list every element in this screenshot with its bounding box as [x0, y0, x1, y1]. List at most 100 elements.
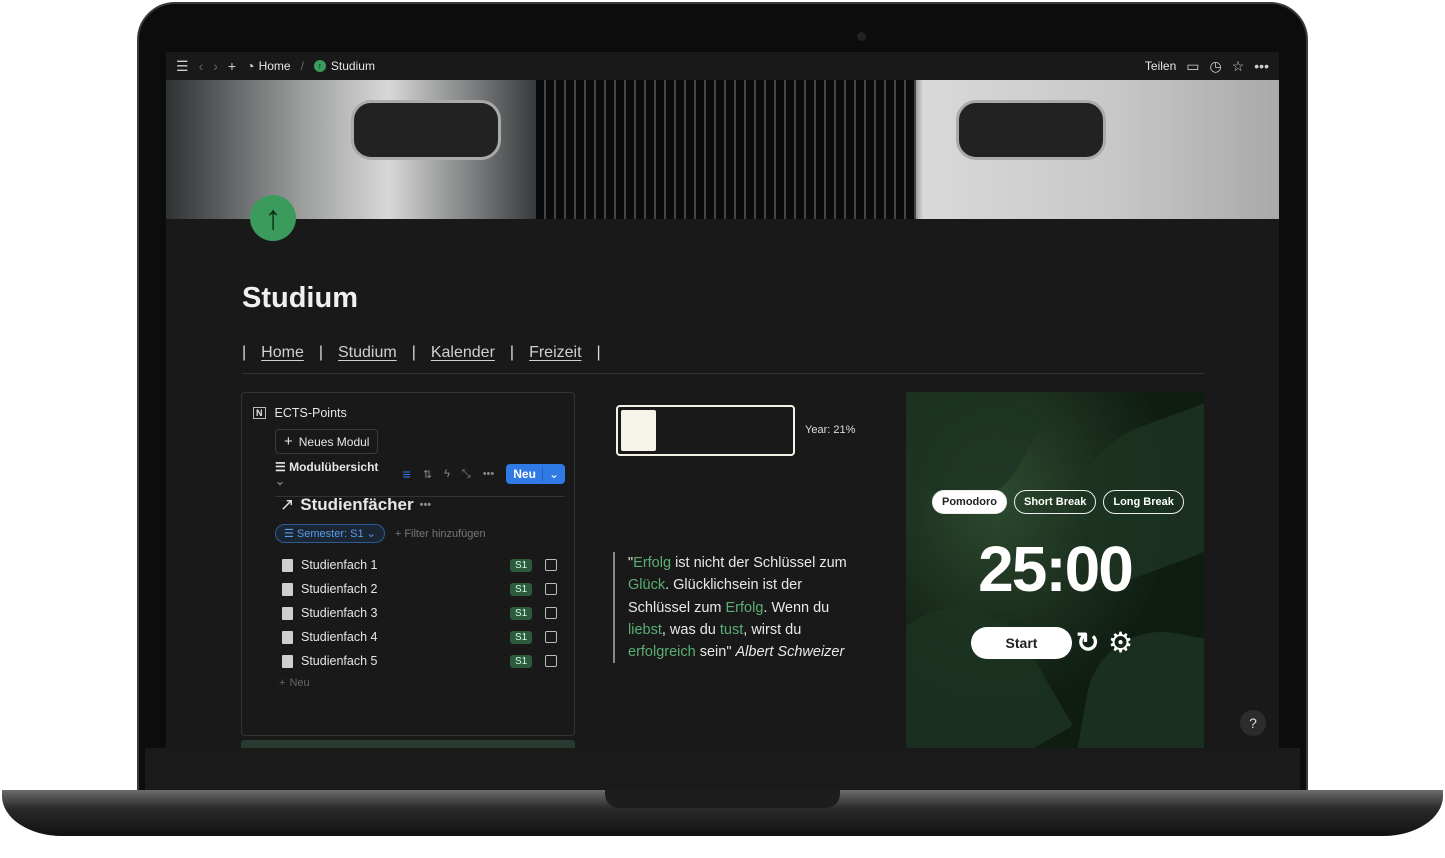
new-label: Neu: [513, 467, 536, 481]
page-icon: [282, 558, 293, 572]
done-checkbox[interactable]: [545, 583, 557, 595]
notion-window: ☰ ‹ › + ◔ Home / ↑ Studium Teilen ▭ ◷ ☆ …: [166, 52, 1279, 748]
laptop-chin: [145, 748, 1300, 790]
automation-icon[interactable]: ϟ: [444, 468, 450, 480]
new-entry-button[interactable]: Neu ⌄: [506, 464, 565, 484]
quote-text: , wirst du: [743, 621, 802, 638]
done-checkbox[interactable]: [545, 607, 557, 619]
forward-icon[interactable]: ›: [213, 58, 218, 74]
quote-highlight: Erfolg: [725, 599, 764, 616]
row-name[interactable]: Studienfach 2: [301, 582, 377, 596]
cover-grille: [536, 80, 916, 219]
breadcrumb-separator: /: [300, 59, 304, 73]
filter-pill[interactable]: ☰ Semester: S1 ⌄: [275, 524, 385, 543]
page-title: Studium: [242, 282, 358, 314]
chevron-down-icon[interactable]: ⌄: [541, 467, 565, 481]
quote-highlight: tust: [719, 621, 744, 638]
add-row-button[interactable]: + Neu: [279, 677, 310, 689]
database-source[interactable]: ECTS-Points: [275, 406, 347, 420]
done-checkbox[interactable]: [545, 631, 557, 643]
cover-headlight: [956, 100, 1106, 160]
progress-label: Year: 21%: [805, 424, 856, 436]
pomodoro-widget: Pomodoro Short Break Long Break 25:00 Star…: [906, 392, 1204, 748]
database-heading[interactable]: Studienfächer: [300, 495, 413, 515]
page-arrow-icon: ↑: [313, 60, 326, 72]
nav-home[interactable]: Home: [261, 344, 304, 362]
home-icon: ◔: [246, 58, 255, 74]
mode-long-break[interactable]: Long Break: [1103, 490, 1184, 514]
mode-pomodoro[interactable]: Pomodoro: [932, 490, 1007, 514]
link-arrow-icon: ↗: [280, 495, 295, 514]
start-button[interactable]: Start: [971, 627, 1072, 659]
quote-text: sein": [695, 644, 736, 661]
cover-image: [166, 80, 1279, 219]
back-icon[interactable]: ‹: [199, 58, 204, 74]
table-row[interactable]: Studienfach 4 S1: [282, 625, 562, 649]
page-icon: [282, 606, 293, 620]
view-tab[interactable]: ☰ Modulübersicht ⌄: [275, 460, 391, 488]
quote-highlight: Erfolg: [633, 555, 672, 571]
menu-icon[interactable]: ☰: [176, 58, 189, 75]
page-icon: [282, 630, 293, 644]
nav-divider: |: [509, 344, 515, 361]
progress-fill: [621, 410, 657, 451]
filter-icon[interactable]: ≡: [403, 466, 411, 482]
star-icon[interactable]: ☆: [1232, 58, 1245, 75]
done-checkbox[interactable]: [545, 655, 557, 667]
plus-icon[interactable]: +: [228, 58, 236, 74]
table-row[interactable]: Studienfach 3 S1: [282, 601, 562, 625]
page-icon: [282, 582, 293, 596]
new-module-button[interactable]: + Neues Modul: [275, 429, 379, 454]
sort-icon[interactable]: ⇅: [423, 468, 432, 481]
semester-tag: S1: [510, 606, 533, 620]
done-checkbox[interactable]: [545, 559, 557, 571]
breadcrumb-studium[interactable]: Studium: [331, 59, 375, 73]
new-module-label: Neues Modul: [298, 434, 370, 449]
divider: [242, 373, 1204, 374]
table-row[interactable]: Studienfach 5 S1: [282, 649, 562, 673]
laptop-notch: [605, 790, 840, 808]
row-name[interactable]: Studienfach 5: [301, 654, 377, 668]
more-icon[interactable]: •••: [483, 468, 495, 480]
quote-text: . Wenn du: [763, 599, 830, 616]
add-filter-label: Filter hinzufügen: [404, 527, 486, 540]
breadcrumb-home[interactable]: Home: [259, 59, 291, 73]
quote-text: ist nicht der Schlüssel zum: [671, 555, 847, 571]
table-row[interactable]: Studienfach 2 S1: [282, 577, 562, 601]
semester-tag: S1: [510, 582, 533, 596]
add-row-label: Neu: [289, 677, 310, 689]
timer-display: 25:00: [978, 533, 1134, 605]
nav-divider: |: [242, 344, 247, 361]
quote-text: , was du: [661, 621, 720, 638]
row-name[interactable]: Studienfach 1: [301, 558, 377, 572]
more-icon[interactable]: •••: [1254, 58, 1269, 74]
plus-icon: +: [284, 433, 293, 450]
page-arrow-up-icon[interactable]: ↑: [250, 195, 296, 241]
notion-logo-icon: N: [253, 407, 266, 419]
add-filter-button[interactable]: + Filter hinzufügen: [395, 528, 486, 540]
view-label: Modulübersicht: [289, 460, 379, 474]
nav-kalender[interactable]: Kalender: [431, 344, 495, 362]
row-name[interactable]: Studienfach 3: [301, 606, 377, 620]
share-button[interactable]: Teilen: [1145, 59, 1176, 73]
table-row[interactable]: Studienfach 1 S1: [282, 553, 562, 577]
nav-freizeit[interactable]: Freizeit: [529, 344, 581, 362]
comment-icon[interactable]: ▭: [1186, 58, 1199, 75]
history-icon[interactable]: ◷: [1210, 58, 1222, 75]
database-block: N ECTS-Points + Neues Modul ☰ Modulübers…: [241, 392, 575, 736]
camera: [857, 32, 866, 41]
more-icon[interactable]: •••: [420, 499, 432, 511]
mode-short-break[interactable]: Short Break: [1014, 490, 1097, 514]
semester-tag: S1: [510, 558, 533, 572]
row-name[interactable]: Studienfach 4: [301, 630, 377, 644]
semester-tag: S1: [510, 654, 533, 668]
semester-tag: S1: [510, 630, 533, 644]
nav-studium[interactable]: Studium: [338, 344, 397, 362]
settings-gear-icon[interactable]: ⚙: [1108, 626, 1133, 659]
expand-icon[interactable]: ⤡: [462, 468, 471, 481]
reset-icon[interactable]: ↻: [1076, 626, 1099, 659]
calendar-block[interactable]: [241, 740, 575, 748]
page-icon: [282, 654, 293, 668]
help-button[interactable]: ?: [1240, 710, 1266, 736]
topbar: ☰ ‹ › + ◔ Home / ↑ Studium Teilen ▭ ◷ ☆ …: [166, 52, 1279, 80]
